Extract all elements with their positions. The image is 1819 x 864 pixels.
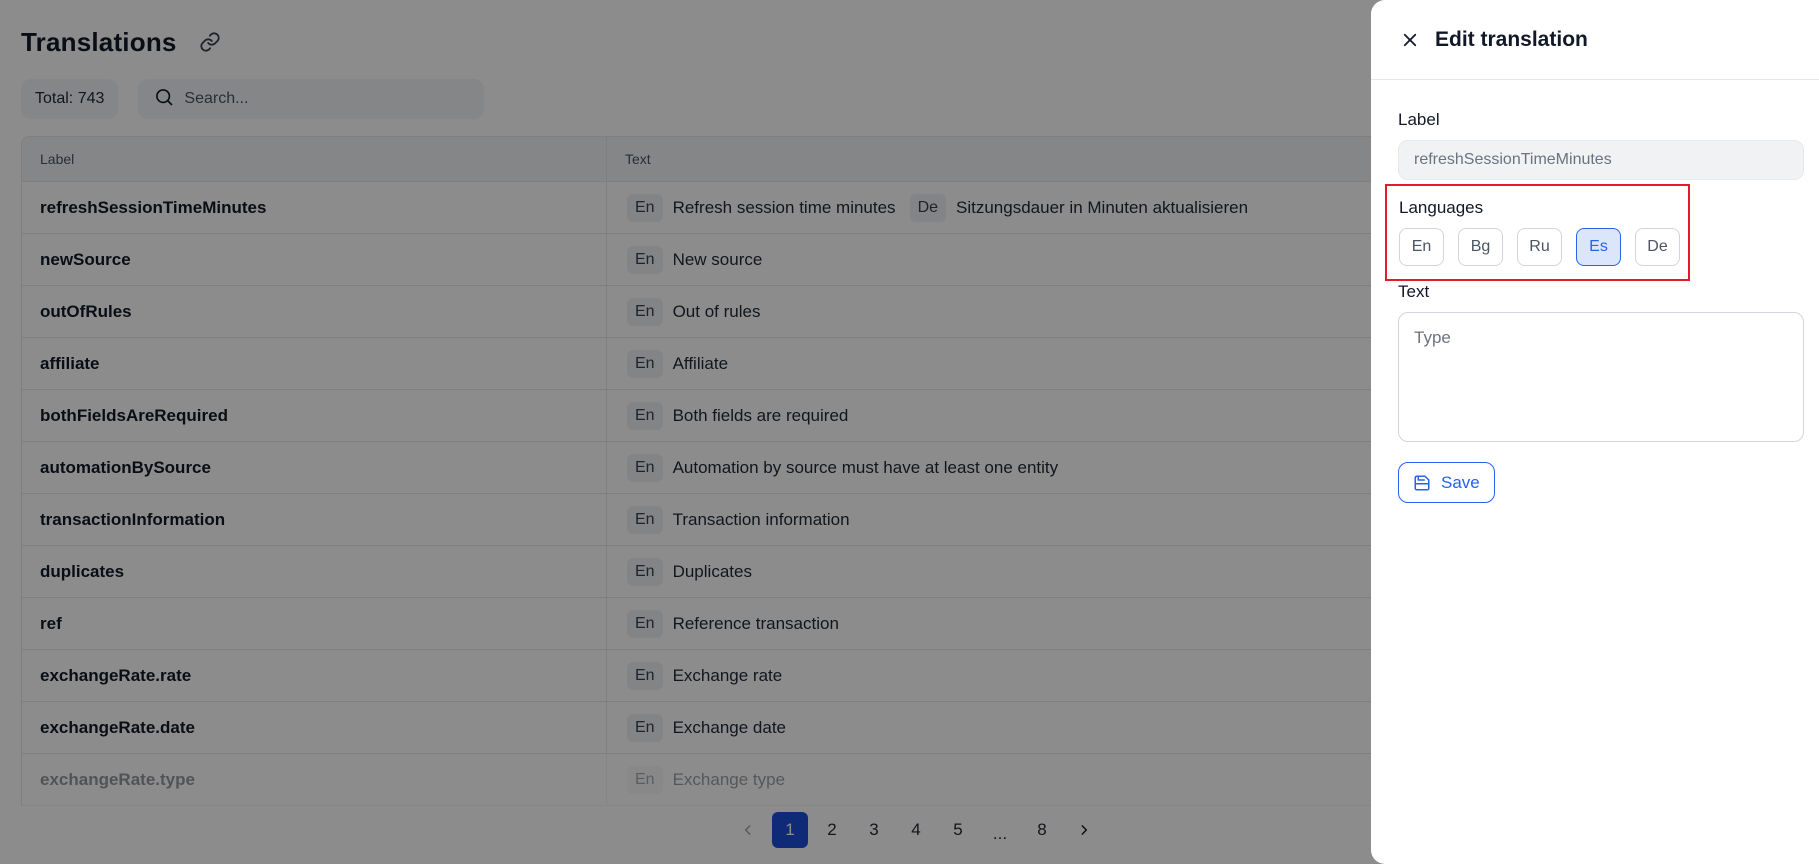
text-field-textarea[interactable] bbox=[1398, 312, 1804, 442]
languages-section: Languages En Bg Ru Es De bbox=[1385, 184, 1690, 281]
language-button-bg[interactable]: Bg bbox=[1458, 228, 1503, 266]
save-button-label: Save bbox=[1441, 472, 1480, 492]
close-button[interactable] bbox=[1397, 27, 1423, 53]
language-button-ru[interactable]: Ru bbox=[1517, 228, 1562, 266]
language-button-es[interactable]: Es bbox=[1576, 228, 1621, 266]
label-field-label: Label bbox=[1398, 110, 1440, 129]
drawer-title: Edit translation bbox=[1435, 27, 1588, 51]
language-buttons: En Bg Ru Es De bbox=[1399, 228, 1694, 266]
text-field-label: Text bbox=[1398, 282, 1430, 301]
close-icon bbox=[1403, 33, 1417, 46]
drawer-form: Label Languages En Bg Ru Es De Text Save bbox=[1385, 110, 1804, 503]
drawer-header: Edit translation bbox=[1371, 0, 1819, 80]
language-button-de[interactable]: De bbox=[1635, 228, 1680, 266]
languages-label: Languages bbox=[1399, 198, 1484, 217]
save-icon bbox=[1414, 475, 1430, 490]
label-field-input[interactable] bbox=[1398, 140, 1804, 180]
edit-translation-drawer: Edit translation Label Languages EnBgRuE… bbox=[1371, 0, 1819, 864]
save-button[interactable]: Save bbox=[1398, 462, 1495, 503]
language-button-en[interactable]: En bbox=[1399, 228, 1444, 266]
